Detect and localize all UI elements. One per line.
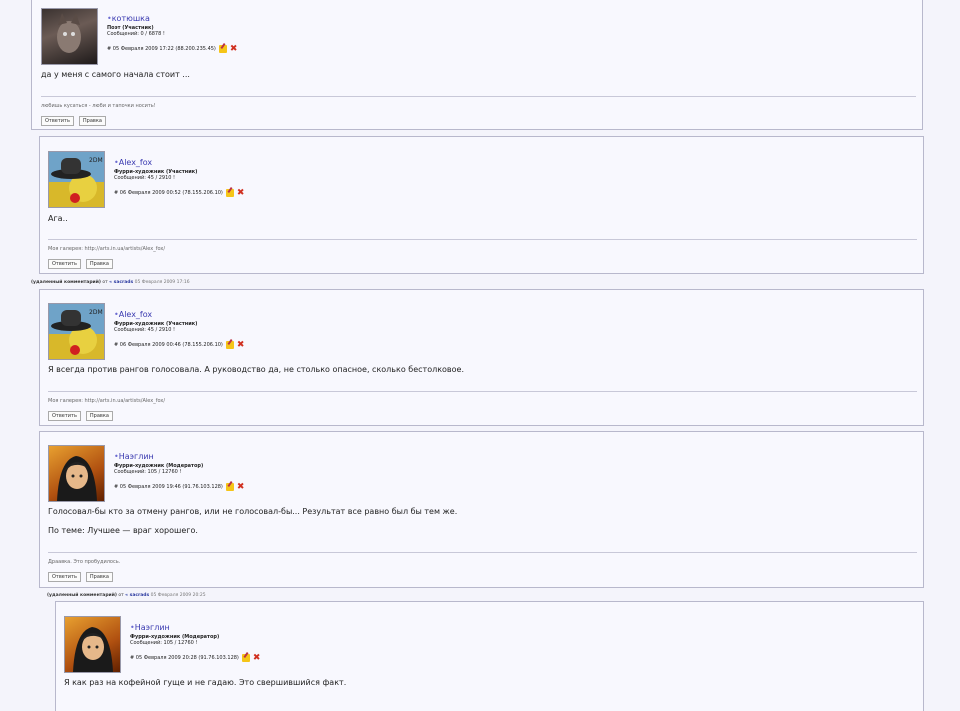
post-date[interactable]: # 06 Февраля 2009 00:46 (78.155.206.10) — [114, 342, 223, 348]
avatar-girl-image — [73, 627, 113, 672]
svg-text:2DM: 2DM — [89, 309, 103, 316]
reply-button[interactable]: Ответить — [48, 572, 81, 582]
post-date[interactable]: # 05 Февраля 2009 17:22 (88.200.235.45) — [107, 46, 216, 52]
avatar-fox-hat-image: 2DM — [49, 309, 104, 359]
comment-post: 2DM •Alex_fox Фурри-художник (Участник) … — [39, 136, 924, 274]
deleted-comment: (удаленный комментарий) от « sacrads 05 … — [47, 593, 206, 598]
edit-icon[interactable] — [241, 654, 250, 662]
edit-icon[interactable] — [225, 189, 234, 197]
divider — [48, 552, 917, 553]
edit-button[interactable]: Правка — [85, 572, 113, 582]
edit-icon[interactable] — [225, 483, 234, 491]
post-text: Голосовал-бы кто за отмену рангов, или н… — [48, 507, 458, 516]
post-dateline: # 05 Февраля 2009 19:46 (91.76.103.128) ✖ — [114, 483, 245, 492]
message-count: Сообщений: 45 / 2910 ! — [114, 175, 176, 181]
edit-icon[interactable] — [225, 341, 234, 349]
post-dateline: # 06 Февраля 2009 00:46 (78.155.206.10) ✖ — [114, 341, 245, 350]
author-link[interactable]: •Наэглин — [130, 623, 261, 632]
signature: Моя галерея: http://arts.in.ua/artists/A… — [48, 398, 166, 404]
avatar[interactable]: 2DM — [48, 303, 105, 360]
svg-text:2DM: 2DM — [89, 157, 103, 164]
post-dateline: # 05 Февраля 2009 20:28 (91.76.103.128) ✖ — [130, 654, 261, 663]
avatar-girl-image — [57, 456, 97, 501]
message-count: Сообщений: 105 / 12760 ! — [114, 469, 182, 475]
post-text: Я как раз на кофейной гуще и не гадаю. Э… — [64, 678, 347, 687]
author-link[interactable]: •котюшка — [107, 14, 238, 23]
message-count: Сообщений: 0 / 6878 ! — [107, 31, 165, 37]
avatar[interactable] — [48, 445, 105, 502]
avatar[interactable] — [41, 8, 98, 65]
edit-button[interactable]: Правка — [85, 411, 113, 421]
comment-post: 2DM •Alex_fox Фурри-художник (Участник) … — [39, 289, 924, 426]
signature: Моя галерея: http://arts.in.ua/artists/A… — [48, 246, 166, 252]
avatar[interactable] — [64, 616, 121, 673]
post-date[interactable]: # 05 Февраля 2009 20:28 (91.76.103.128) — [130, 655, 239, 661]
avatar[interactable]: 2DM — [48, 151, 105, 208]
author-link[interactable]: •Alex_fox — [114, 310, 245, 319]
post-date[interactable]: # 05 Февраля 2009 19:46 (91.76.103.128) — [114, 484, 223, 490]
comment-post: •Наэглин Фурри-художник (Модератор) Сооб… — [55, 601, 924, 711]
comment-post: •котюшка Поэт (Участник) Сообщений: 0 / … — [31, 0, 923, 130]
delete-icon[interactable]: ✖ — [237, 189, 245, 198]
delete-icon[interactable]: ✖ — [230, 45, 238, 54]
delete-icon[interactable]: ✖ — [237, 341, 245, 350]
author-link[interactable]: « sacrads — [125, 593, 149, 598]
avatar-cat-image — [57, 13, 81, 53]
signature: любишь кусаться - люби и тапочки носить! — [41, 103, 156, 109]
author-link[interactable]: •Alex_fox — [114, 158, 245, 167]
post-text: да у меня с самого начала стоит ... — [41, 70, 190, 79]
signature: Драавка. Это пробудилось. — [48, 559, 121, 565]
post-date[interactable]: # 06 Февраля 2009 00:52 (78.155.206.10) — [114, 190, 223, 196]
message-count: Сообщений: 105 / 12760 ! — [130, 640, 198, 646]
delete-icon[interactable]: ✖ — [237, 483, 245, 492]
author-link[interactable]: « sacrads — [109, 280, 133, 285]
divider — [48, 239, 917, 240]
post-text: По теме: Лучшее — враг хорошего. — [48, 526, 198, 535]
post-text: Я всегда против рангов голосовала. А рук… — [48, 365, 464, 374]
reply-button[interactable]: Ответить — [41, 116, 74, 126]
divider — [41, 96, 916, 97]
edit-button[interactable]: Правка — [85, 259, 113, 269]
post-dateline: # 05 Февраля 2009 17:22 (88.200.235.45) ✖ — [107, 45, 238, 54]
edit-icon[interactable] — [218, 45, 227, 53]
reply-button[interactable]: Ответить — [48, 411, 81, 421]
message-count: Сообщений: 45 / 2910 ! — [114, 327, 176, 333]
author-link[interactable]: •Наэглин — [114, 452, 245, 461]
avatar-fox-hat-image: 2DM — [49, 157, 104, 207]
edit-button[interactable]: Правка — [78, 116, 106, 126]
divider — [48, 391, 917, 392]
post-text: Ага.. — [48, 214, 68, 223]
deleted-comment: (удаленный комментарий) от « sacrads 05 … — [31, 280, 190, 285]
post-dateline: # 06 Февраля 2009 00:52 (78.155.206.10) ✖ — [114, 189, 245, 198]
comment-post: •Наэглин Фурри-художник (Модератор) Сооб… — [39, 431, 924, 588]
reply-button[interactable]: Ответить — [48, 259, 81, 269]
delete-icon[interactable]: ✖ — [253, 654, 261, 663]
